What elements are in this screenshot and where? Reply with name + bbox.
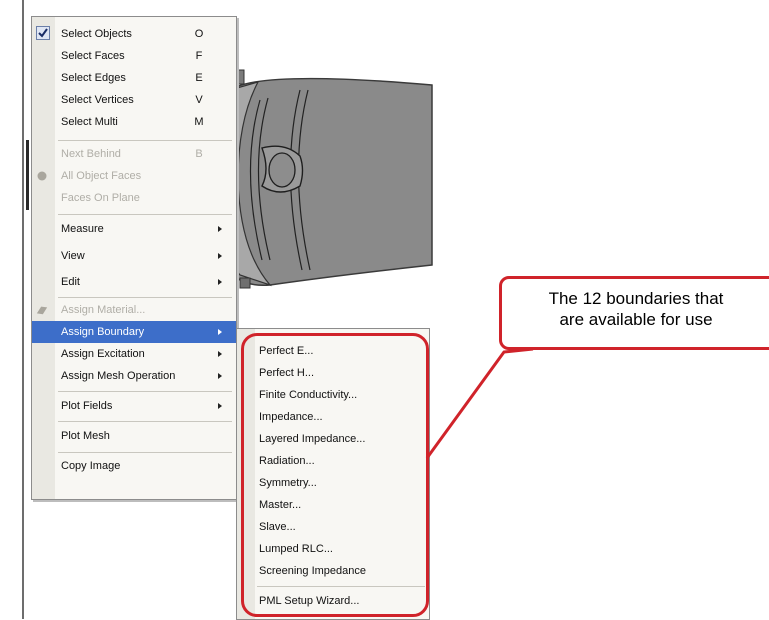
menu-item-select-objects[interactable]: Select Objects O: [32, 23, 236, 45]
menu-item-label: View: [61, 250, 85, 262]
menu-item-faces-on-plane[interactable]: Faces On Plane: [32, 187, 236, 209]
callout-line-1: The 12 boundaries that: [548, 289, 724, 308]
menu-item-label: Select Vertices: [61, 94, 134, 106]
menu-item-select-edges[interactable]: Select Edges E: [32, 67, 236, 89]
menu-item-assign-boundary[interactable]: Assign Boundary: [32, 321, 236, 343]
boundaries-highlight-box: [241, 333, 429, 617]
menu-item-select-faces[interactable]: Select Faces F: [32, 45, 236, 67]
menu-item-all-object-faces[interactable]: All Object Faces: [32, 165, 236, 187]
menu-item-label: Measure: [61, 223, 104, 235]
menu-item-label: Edit: [61, 276, 80, 288]
menu-item-shortcut: V: [195, 94, 203, 106]
menu-item-shortcut: O: [194, 28, 204, 40]
menu-item-plot-mesh[interactable]: Plot Mesh: [32, 425, 236, 447]
menu-item-assign-mesh-operation[interactable]: Assign Mesh Operation: [32, 365, 236, 387]
callout-text: The 12 boundaries that are available for…: [501, 288, 769, 330]
material-icon: [36, 306, 48, 315]
menu-separator: [58, 421, 232, 422]
menu-item-label: Copy Image: [61, 460, 121, 472]
menu-item-copy-image[interactable]: Copy Image: [32, 455, 236, 477]
menu-item-shortcut: F: [195, 50, 203, 62]
menu-item-edit[interactable]: Edit: [32, 271, 236, 293]
menu-item-label: Next Behind: [61, 148, 121, 160]
menu-separator: [58, 297, 232, 298]
menu-item-shortcut: M: [194, 116, 204, 128]
callout-line-2: are available for use: [559, 310, 713, 329]
menu-separator: [58, 391, 232, 392]
menu-item-label: Select Faces: [61, 50, 125, 62]
menu-item-select-multi[interactable]: Select Multi M: [32, 111, 236, 133]
menu-item-label: Assign Boundary: [61, 326, 145, 338]
menu-item-label: Faces On Plane: [61, 192, 140, 204]
menu-item-label: Assign Material...: [61, 304, 146, 316]
menu-item-label: All Object Faces: [61, 170, 142, 182]
submenu-arrow-icon: [218, 226, 222, 232]
menu-item-measure[interactable]: Measure: [32, 218, 236, 240]
submenu-arrow-icon: [218, 351, 222, 357]
viewport-edge-mark: [26, 140, 29, 210]
menu-item-label: Assign Excitation: [61, 348, 145, 360]
object-faces-icon: [37, 171, 47, 181]
menu-item-label: Assign Mesh Operation: [61, 370, 176, 382]
checkmark-icon: [36, 26, 50, 40]
menu-item-label: Plot Mesh: [61, 430, 110, 442]
menu-item-plot-fields[interactable]: Plot Fields: [32, 395, 236, 417]
menu-item-select-vertices[interactable]: Select Vertices V: [32, 89, 236, 111]
submenu-arrow-icon: [218, 373, 222, 379]
submenu-arrow-icon: [218, 403, 222, 409]
viewport-left-edge: [22, 0, 24, 619]
menu-item-next-behind[interactable]: Next Behind B: [32, 143, 236, 165]
submenu-arrow-icon: [218, 329, 222, 335]
menu-item-shortcut: E: [195, 72, 203, 84]
menu-item-view[interactable]: View: [32, 245, 236, 267]
menu-separator: [58, 140, 232, 141]
menu-item-label: Select Objects: [61, 28, 132, 40]
menu-item-label: Select Multi: [61, 116, 118, 128]
menu-item-assign-material[interactable]: Assign Material...: [32, 299, 236, 321]
menu-item-shortcut: B: [195, 148, 203, 160]
menu-item-label: Select Edges: [61, 72, 126, 84]
submenu-arrow-icon: [218, 253, 222, 259]
menu-item-assign-excitation[interactable]: Assign Excitation: [32, 343, 236, 365]
menu-separator: [58, 452, 232, 453]
menu-item-label: Plot Fields: [61, 400, 113, 412]
menu-separator: [58, 214, 232, 215]
submenu-arrow-icon: [218, 279, 222, 285]
context-menu: Select Objects O Select Faces F Select E…: [31, 16, 237, 500]
